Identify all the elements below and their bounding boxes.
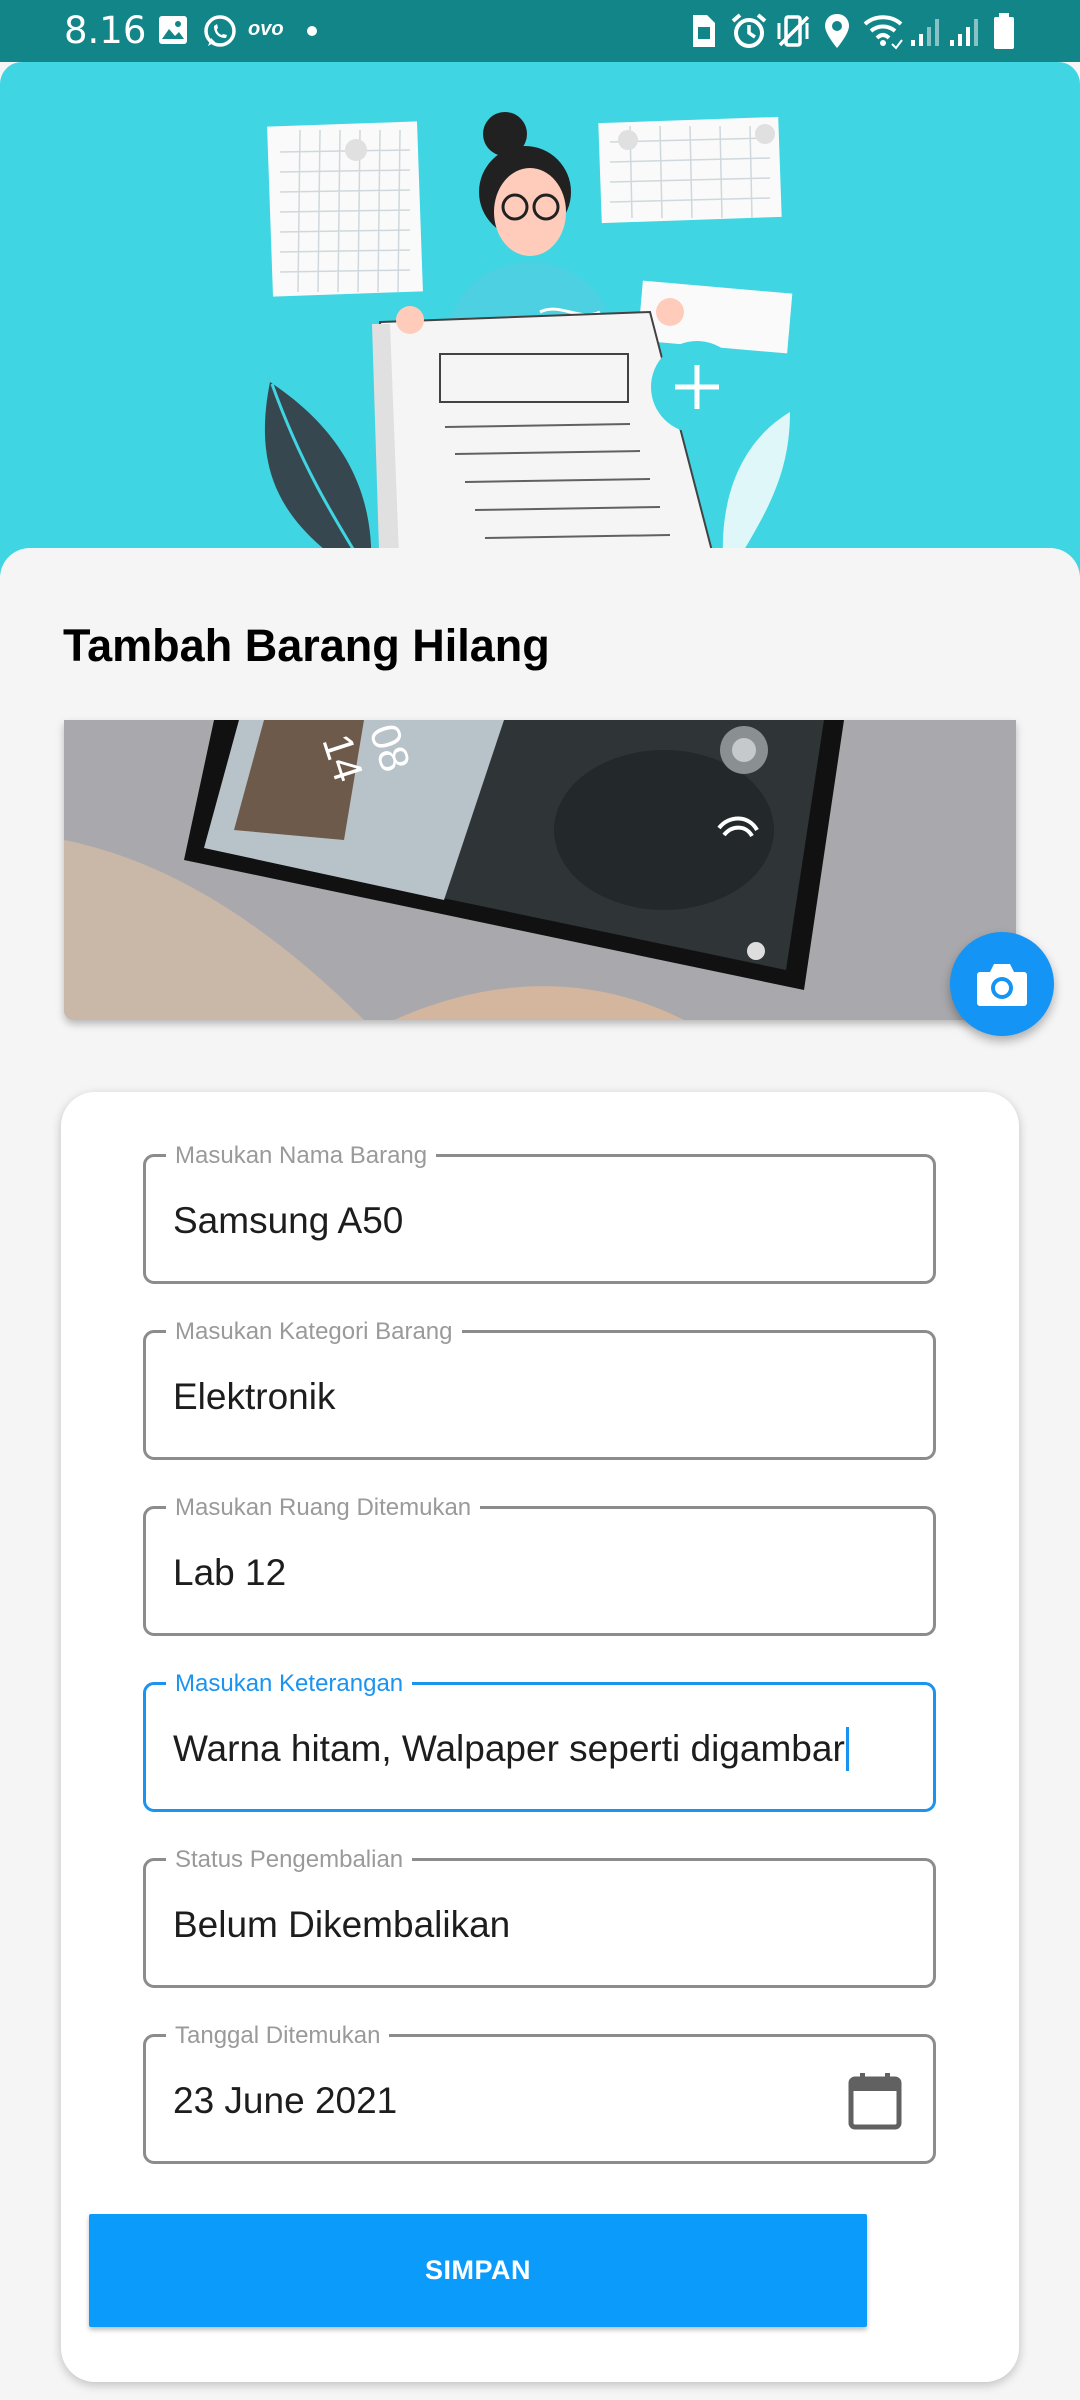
vibrate-icon <box>777 15 810 47</box>
ovo-icon: ovo <box>248 18 284 40</box>
found-date-value: 23 June 2021 <box>173 2080 398 2121</box>
calendar-icon[interactable] <box>847 2071 903 2131</box>
dot-icon <box>307 26 317 36</box>
form-card: Masukan Nama Barang Samsung A50 Masukan … <box>61 1092 1019 2382</box>
camera-icon <box>977 964 1027 1006</box>
save-button[interactable]: SIMPAN <box>89 2214 867 2327</box>
note-paper-right <box>598 116 782 224</box>
room-label: Masukan Ruang Ditemukan <box>166 1493 481 1523</box>
header-illustration <box>0 62 1080 582</box>
lost-item-illustration <box>264 112 793 582</box>
description-value-wrap: Warna hitam, Walpaper seperti digambar <box>173 1727 849 1771</box>
found-date-label: Tanggal Ditemukan <box>166 2021 390 2051</box>
item-name-field[interactable]: Masukan Nama Barang Samsung A50 <box>143 1141 936 1284</box>
description-value: Warna hitam, Walpaper seperti digambar <box>173 1728 845 1769</box>
item-photo: 08 14 <box>64 720 1016 1020</box>
item-name-value: Samsung A50 <box>173 1200 404 1241</box>
sim-icon <box>693 15 715 47</box>
clock: 8.16 <box>64 9 147 52</box>
text-cursor <box>845 1727 849 1771</box>
status-bar: 8.16 ovo <box>0 0 1080 62</box>
note-paper-left <box>267 121 423 297</box>
room-field[interactable]: Masukan Ruang Ditemukan Lab 12 <box>143 1493 936 1636</box>
whatsapp-icon <box>204 15 236 47</box>
content-sheet: Tambah Barang Hilang 08 14 Masukan Nama … <box>0 548 1080 2400</box>
phone-photo: 08 14 <box>64 720 1016 1020</box>
description-label: Masukan Keterangan <box>166 1669 413 1699</box>
category-label: Masukan Kategori Barang <box>166 1317 462 1347</box>
gallery-icon <box>159 16 187 44</box>
category-value: Elektronik <box>173 1376 336 1417</box>
signal-icon-2 <box>950 19 978 46</box>
return-status-value: Belum Dikembalikan <box>173 1904 511 1945</box>
room-value: Lab 12 <box>173 1552 287 1593</box>
battery-icon <box>994 13 1014 49</box>
return-status-field[interactable]: Status Pengembalian Belum Dikembalikan <box>143 1845 936 1988</box>
page-title: Tambah Barang Hilang <box>63 620 550 671</box>
camera-button[interactable] <box>950 932 1054 1036</box>
found-date-field[interactable]: Tanggal Ditemukan 23 June 2021 <box>143 2021 936 2164</box>
category-field[interactable]: Masukan Kategori Barang Elektronik <box>143 1317 936 1460</box>
alarm-icon <box>731 13 767 48</box>
wifi-icon <box>863 15 903 50</box>
item-name-label: Masukan Nama Barang <box>166 1141 437 1171</box>
return-status-label: Status Pengembalian <box>166 1845 413 1875</box>
location-icon <box>825 14 849 48</box>
description-field[interactable]: Masukan Keterangan Warna hitam, Walpaper… <box>143 1669 936 1812</box>
signal-icon <box>911 19 939 46</box>
